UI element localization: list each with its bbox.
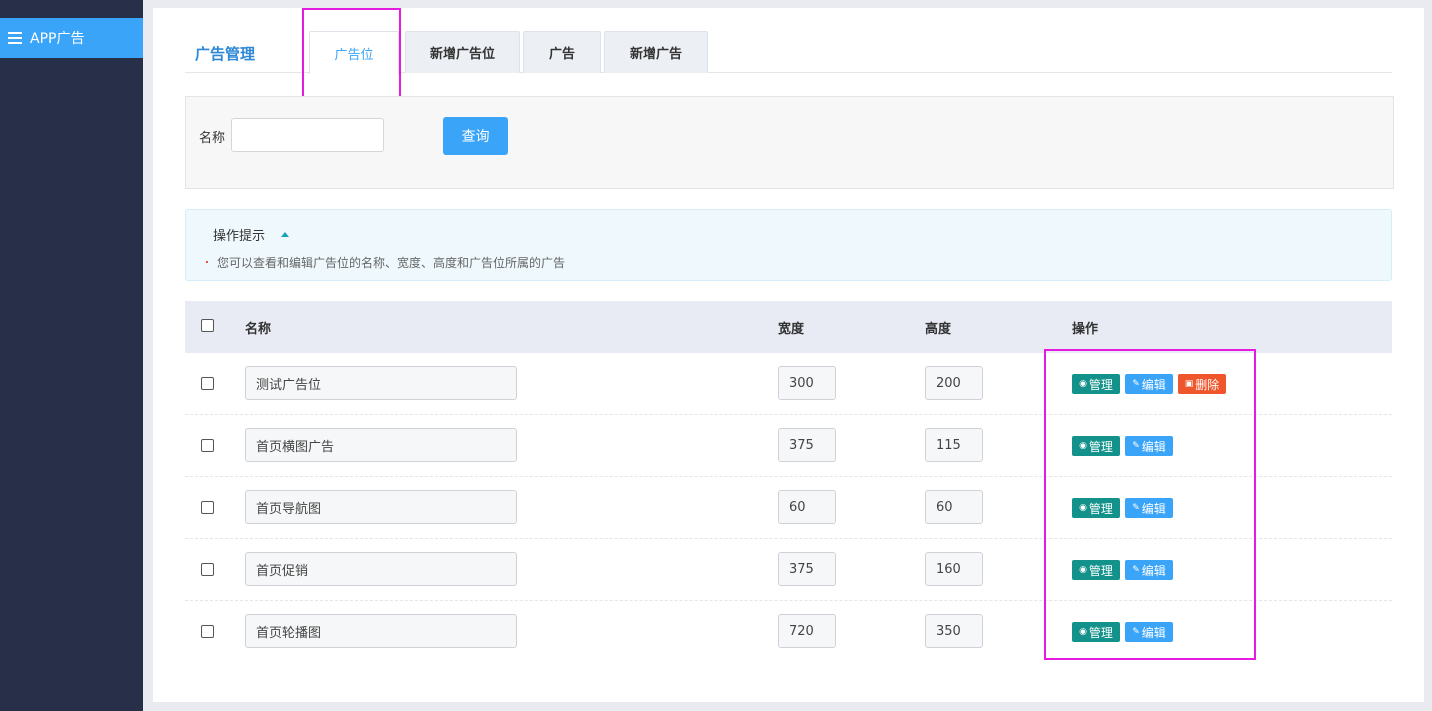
delete-button[interactable]: ▣ 删除	[1178, 374, 1226, 394]
height-input[interactable]: 350	[925, 614, 983, 648]
eye-icon: ◉	[1079, 627, 1087, 637]
edit-icon: ✎	[1132, 441, 1140, 451]
select-all-checkbox[interactable]	[201, 319, 214, 332]
height-input[interactable]: 160	[925, 552, 983, 586]
height-input[interactable]: 60	[925, 490, 983, 524]
name-input[interactable]: 首页横图广告	[245, 428, 517, 462]
sidebar-item-app-ads[interactable]: APP广告	[0, 18, 143, 58]
header-actions: 操作	[1072, 322, 1099, 337]
manage-button[interactable]: ◉ 管理	[1072, 622, 1120, 642]
query-button[interactable]: 查询	[443, 117, 508, 155]
manage-button[interactable]: ◉ 管理	[1072, 436, 1120, 456]
main-panel: 广告管理 广告位 新增广告位 广告 新增广告 名称 查询 操作提示 您可以查看和…	[153, 8, 1424, 702]
tips-title: 操作提示	[213, 229, 266, 244]
width-input[interactable]: 375	[778, 428, 836, 462]
edit-button[interactable]: ✎ 编辑	[1125, 498, 1173, 518]
sidebar: APP广告	[0, 0, 143, 711]
table-row: 测试广告位 300 200 ◉ 管理 ✎ 编辑 ▣ 删除	[185, 353, 1392, 415]
search-panel: 名称 查询	[185, 96, 1394, 189]
table-header: 名称 宽度 高度 操作	[185, 301, 1392, 353]
manage-button[interactable]: ◉ 管理	[1072, 374, 1120, 394]
edit-button[interactable]: ✎ 编辑	[1125, 436, 1173, 456]
edit-icon: ✎	[1132, 627, 1140, 637]
name-input[interactable]: 首页轮播图	[245, 614, 517, 648]
width-input[interactable]: 60	[778, 490, 836, 524]
edit-button[interactable]: ✎ 编辑	[1125, 374, 1173, 394]
table-row: 首页横图广告 375 115 ◉ 管理 ✎ 编辑	[185, 415, 1392, 477]
search-input[interactable]	[231, 118, 384, 152]
row-checkbox[interactable]	[201, 563, 214, 576]
manage-button[interactable]: ◉ 管理	[1072, 560, 1120, 580]
tab-ad-slots[interactable]: 广告位	[309, 31, 399, 74]
tips-text: 您可以查看和编辑广告位的名称、宽度、高度和广告位所属的广告	[217, 256, 566, 270]
menu-icon	[8, 32, 22, 44]
edit-icon: ✎	[1132, 565, 1140, 575]
bullet-icon	[206, 261, 208, 263]
name-input[interactable]: 测试广告位	[245, 366, 517, 400]
search-label: 名称	[199, 131, 226, 146]
edit-icon: ✎	[1132, 379, 1140, 389]
ad-slot-table: 名称 宽度 高度 操作 测试广告位 300 200 ◉ 管理 ✎ 编辑 ▣ 删除 首页…	[185, 301, 1392, 663]
page-title: 广告管理	[195, 45, 256, 63]
edit-button[interactable]: ✎ 编辑	[1125, 560, 1173, 580]
table-row: 首页导航图 60 60 ◉ 管理 ✎ 编辑	[185, 477, 1392, 539]
caret-up-icon[interactable]	[281, 232, 289, 237]
width-input[interactable]: 375	[778, 552, 836, 586]
table-row: 首页促销 375 160 ◉ 管理 ✎ 编辑	[185, 539, 1392, 601]
trash-icon: ▣	[1184, 379, 1194, 389]
edit-button[interactable]: ✎ 编辑	[1125, 622, 1173, 642]
name-input[interactable]: 首页促销	[245, 552, 517, 586]
tabs-bar: 广告管理 广告位 新增广告位 广告 新增广告	[185, 31, 1392, 74]
height-input[interactable]: 200	[925, 366, 983, 400]
tab-add-ad-slot[interactable]: 新增广告位	[405, 31, 520, 73]
row-checkbox[interactable]	[201, 501, 214, 514]
name-input[interactable]: 首页导航图	[245, 490, 517, 524]
header-width: 宽度	[778, 322, 805, 337]
header-name: 名称	[245, 322, 272, 337]
eye-icon: ◉	[1079, 441, 1087, 451]
tips-panel: 操作提示 您可以查看和编辑广告位的名称、宽度、高度和广告位所属的广告	[185, 209, 1392, 281]
edit-icon: ✎	[1132, 503, 1140, 513]
eye-icon: ◉	[1079, 379, 1087, 389]
manage-button[interactable]: ◉ 管理	[1072, 498, 1120, 518]
eye-icon: ◉	[1079, 503, 1087, 513]
table-row: 首页轮播图 720 350 ◉ 管理 ✎ 编辑	[185, 601, 1392, 663]
header-height: 高度	[925, 322, 952, 337]
row-checkbox[interactable]	[201, 625, 214, 638]
eye-icon: ◉	[1079, 565, 1087, 575]
tab-ads[interactable]: 广告	[523, 31, 601, 73]
row-checkbox[interactable]	[201, 377, 214, 390]
height-input[interactable]: 115	[925, 428, 983, 462]
width-input[interactable]: 300	[778, 366, 836, 400]
sidebar-item-label: APP广告	[30, 31, 85, 47]
tab-add-ad[interactable]: 新增广告	[604, 31, 708, 73]
row-checkbox[interactable]	[201, 439, 214, 452]
width-input[interactable]: 720	[778, 614, 836, 648]
